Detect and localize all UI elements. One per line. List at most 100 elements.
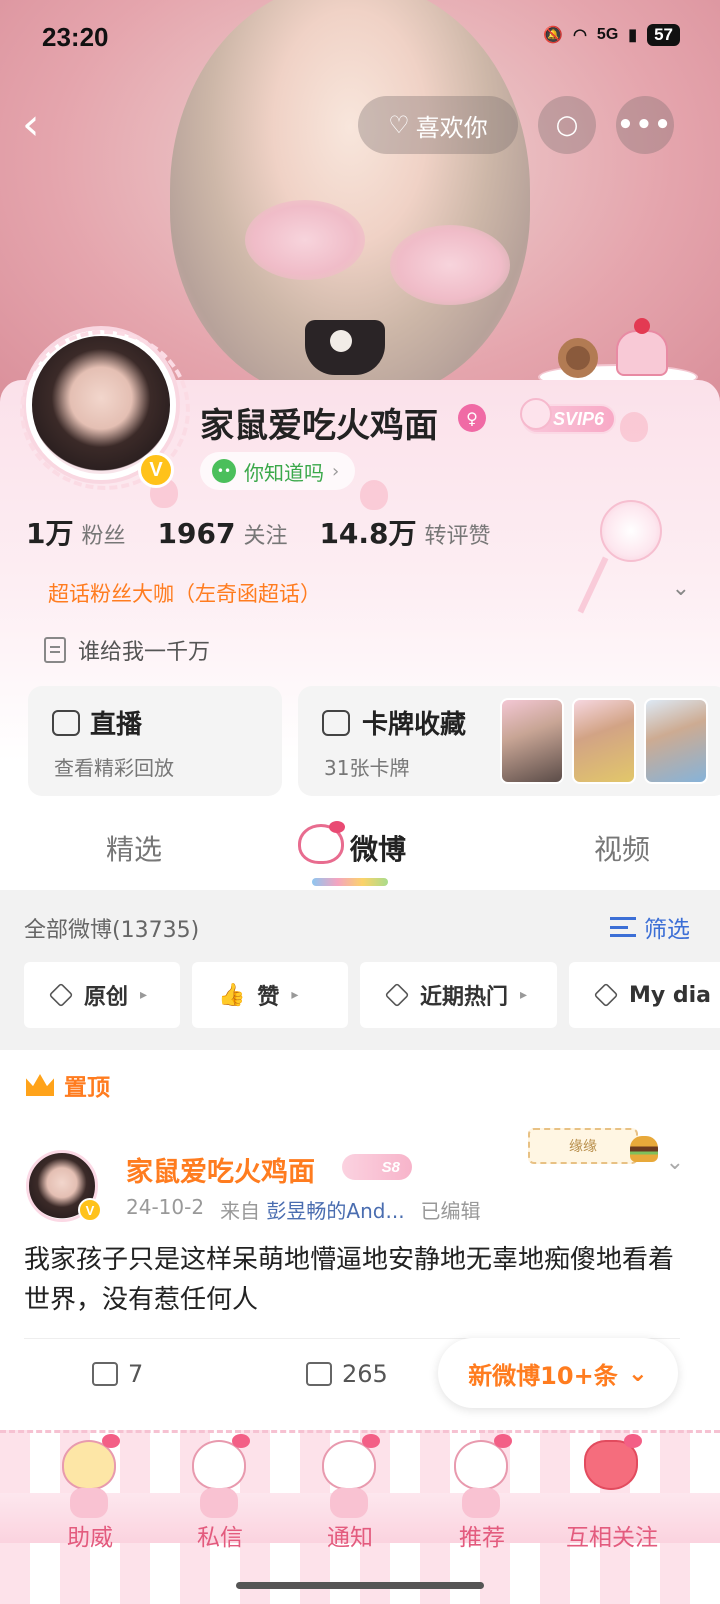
document-icon [44, 637, 66, 663]
more-icon: ••• [617, 110, 673, 140]
status-time: 23:20 [42, 22, 109, 52]
nav-figure [70, 1488, 108, 1518]
verified-icon: V [138, 452, 174, 488]
chevron-down-double-icon: ⌄ [627, 1359, 648, 1387]
chip-likes[interactable]: 👍 赞 ▸ [192, 962, 348, 1028]
layers-icon [48, 982, 74, 1008]
card-thumbnail [644, 698, 708, 784]
nav-label: 通知 [327, 1525, 373, 1551]
verified-icon: V [78, 1198, 102, 1222]
card-thumbnail [572, 698, 636, 784]
bunny-icon [520, 398, 552, 430]
filter-button[interactable]: 筛选 [610, 910, 690, 944]
card-collection-title: 卡牌收藏 [362, 710, 467, 740]
nav-recommend[interactable]: 推荐 [422, 1434, 542, 1560]
post-author-name[interactable]: 家鼠爱吃火鸡面 [126, 1150, 315, 1189]
hello-kitty-icon [454, 1434, 512, 1490]
wifi-icon: ◠ [572, 27, 587, 44]
post-source[interactable]: 彭昱畅的And... [266, 1199, 404, 1223]
chip-recent-hot[interactable]: 近期热门 ▸ [360, 962, 557, 1028]
chip-my-diary[interactable]: My dia [569, 962, 720, 1028]
comment-count: 265 [342, 1360, 388, 1388]
tab-video[interactable]: 视频 [594, 828, 650, 868]
female-icon: ♀ [458, 404, 486, 432]
tab-active-indicator [312, 878, 388, 886]
triangle-right-icon: ▸ [291, 987, 299, 1003]
chevron-right-icon: › [332, 460, 340, 482]
tv-icon [52, 710, 80, 736]
interactions-label: 转评赞 [424, 524, 491, 549]
triangle-right-icon: ▸ [140, 987, 148, 1003]
banner-brooch [330, 330, 352, 352]
live-subtitle: 查看精彩回放 [54, 756, 174, 780]
nav-notifications[interactable]: 通知 [290, 1434, 410, 1560]
fans-count[interactable]: 1万 [26, 512, 73, 552]
hello-kitty-icon [322, 1434, 380, 1490]
nav-mutual-follow[interactable]: 互相关注 [552, 1434, 672, 1560]
card-icon [322, 710, 350, 736]
nav-figure [200, 1488, 238, 1518]
comment-button[interactable]: 265 [306, 1360, 388, 1388]
status-icons: 🔕 ◠ 5G ▮ 57 [543, 24, 680, 46]
svip-badge[interactable]: SVIP6 [520, 398, 616, 434]
know-tag[interactable]: •• 你知道吗 › [200, 452, 356, 490]
card-thumbnail [500, 698, 564, 784]
following-count[interactable]: 1967 [158, 517, 236, 550]
nav-figure [330, 1488, 368, 1518]
post-source-prefix: 来自 [220, 1199, 261, 1223]
triangle-right-icon: ▸ [520, 987, 528, 1003]
layers-icon [593, 982, 619, 1008]
chip-original[interactable]: 原创 ▸ [24, 962, 180, 1028]
strawberry-decoration [620, 412, 648, 442]
tab-weibo[interactable]: 微博 [350, 828, 406, 868]
card-collection-subtitle: 31张卡牌 [324, 756, 410, 780]
chip-label: 原创 [84, 985, 129, 1010]
post-edited[interactable]: 已编辑 [421, 1195, 481, 1224]
nav-label: 互相关注 [566, 1525, 658, 1551]
nav-label: 助威 [67, 1525, 113, 1551]
strawberry-icon [584, 1434, 642, 1490]
interactions-count: 14.8万 [319, 517, 417, 550]
chip-label: My dia [629, 982, 712, 1008]
expand-chevron-down-icon[interactable]: ⌄ [672, 576, 690, 601]
bio-text: 谁给我一千万 [78, 640, 211, 665]
banner-bow-left [245, 200, 365, 280]
new-posts-button[interactable]: 新微博10+条 ⌄ [438, 1338, 678, 1408]
burger-icon [630, 1136, 658, 1162]
share-count: 7 [128, 1360, 144, 1388]
tab-featured[interactable]: 精选 [106, 828, 162, 868]
lollipop-decoration [600, 500, 662, 562]
like-you-button[interactable]: ♡ 喜欢你 [358, 96, 518, 154]
comment-icon [306, 1362, 332, 1386]
live-tile[interactable]: 直播 查看精彩回放 [28, 686, 282, 796]
post-menu-chevron-down-icon[interactable]: ⌄ [666, 1150, 684, 1175]
fans-label[interactable]: 粉丝 [81, 518, 125, 550]
level-badge: S8 [342, 1154, 412, 1180]
hand-heart-icon: ♡ [388, 111, 410, 139]
layers-icon [384, 982, 410, 1008]
live-title: 直播 [90, 710, 143, 740]
home-indicator[interactable] [236, 1582, 484, 1589]
post-meta: 24-10-2 来自 彭昱畅的And... 已编辑 [126, 1195, 481, 1224]
nav-cheer[interactable]: 助威 [30, 1434, 150, 1560]
status-bar: 23:20 🔕 ◠ 5G ▮ 57 [0, 0, 720, 80]
filter-label: 筛选 [644, 917, 690, 943]
post-text[interactable]: 我家孩子只是这样呆萌地懵逼地安静地无辜地痴傻地看着世界，没有惹任何人 [24, 1240, 694, 1320]
pinned-text: 置顶 [64, 1075, 110, 1101]
following-label[interactable]: 关注 [243, 518, 287, 550]
back-button[interactable]: ‹ [22, 100, 62, 150]
nav-label: 推荐 [459, 1525, 505, 1551]
nav-label: 私信 [197, 1525, 243, 1551]
share-button[interactable]: 7 [92, 1360, 143, 1388]
chevron-left-icon: ‹ [22, 99, 40, 150]
profile-name: 家鼠爱吃火鸡面 [200, 406, 438, 446]
hello-kitty-icon [192, 1434, 250, 1490]
mute-icon: 🔕 [543, 27, 563, 44]
more-button[interactable]: ••• [616, 96, 674, 154]
chip-label: 赞 [257, 985, 280, 1010]
decoration-card[interactable]: 缘缘 [528, 1128, 658, 1164]
superfan-title[interactable]: 超话粉丝大咖（左奇函超话） [48, 578, 321, 608]
nav-messages[interactable]: 私信 [160, 1434, 280, 1560]
search-button[interactable]: ○ [538, 96, 596, 154]
card-collection-tile[interactable]: 卡牌收藏 31张卡牌 [298, 686, 720, 796]
